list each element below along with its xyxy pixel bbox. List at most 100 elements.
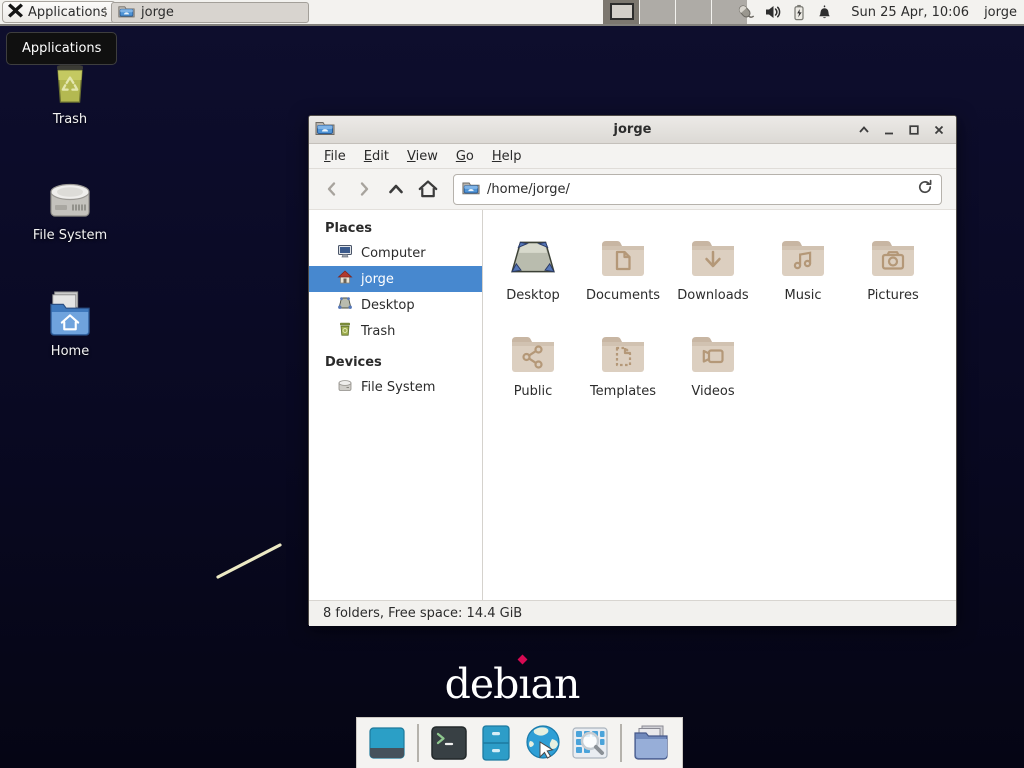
bottom-dock	[356, 717, 683, 768]
sidebar-item-label: Computer	[361, 246, 426, 261]
file-item-label: Templates	[578, 384, 668, 399]
folder-icon	[118, 4, 135, 22]
volume-icon[interactable]	[764, 3, 782, 21]
file-item-label: Pictures	[848, 288, 938, 303]
back-button[interactable]	[319, 175, 345, 203]
file-item-videos[interactable]: Videos	[668, 320, 758, 416]
forward-button[interactable]	[351, 175, 377, 203]
file-system-drive-icon	[22, 172, 118, 222]
app-finder-launcher[interactable]	[570, 722, 610, 764]
documents-folder-icon	[578, 224, 668, 280]
sidebar-item-file-system[interactable]: File System	[309, 374, 482, 400]
file-item-music[interactable]: Music	[758, 224, 848, 320]
applications-menu-button[interactable]: Applications	[2, 1, 116, 23]
home-folder-icon	[22, 288, 118, 338]
taskbar-window-button[interactable]: jorge	[111, 2, 309, 23]
file-icon-view[interactable]: Desktop Documents	[483, 210, 956, 600]
battery-icon[interactable]	[791, 3, 807, 22]
show-desktop-button[interactable]	[367, 722, 407, 764]
clock[interactable]: Sun 25 Apr, 10:06	[848, 5, 972, 20]
desktop-special-icon	[488, 224, 578, 280]
workspace-2[interactable]	[639, 0, 675, 24]
top-panel: Applications jorge	[0, 0, 1024, 26]
path-input[interactable]: /home/jorge/	[487, 182, 910, 197]
desktop-icon-file-system[interactable]: File System	[22, 172, 118, 243]
location-bar[interactable]: /home/jorge/	[453, 174, 942, 205]
system-tray: Sun 25 Apr, 10:06 jorge	[736, 0, 1020, 24]
sidebar-item-jorge[interactable]: jorge	[309, 266, 482, 292]
file-manager-launcher[interactable]	[476, 722, 516, 764]
home-icon	[337, 269, 353, 289]
workspace-3[interactable]	[675, 0, 711, 24]
file-item-label: Downloads	[668, 288, 758, 303]
window-folder-icon	[315, 119, 335, 140]
trash-mini-icon	[337, 321, 353, 341]
menu-go[interactable]: Go	[447, 146, 483, 167]
titlebar[interactable]: jorge	[309, 116, 956, 144]
mouse-tray-icon[interactable]	[736, 3, 755, 22]
menu-file[interactable]: File	[315, 146, 355, 167]
workspace-window-preview	[610, 3, 634, 20]
menu-help[interactable]: Help	[483, 146, 531, 167]
sidebar-item-trash[interactable]: Trash	[309, 318, 482, 344]
debian-logo-text: deb	[445, 660, 519, 708]
file-item-label: Desktop	[488, 288, 578, 303]
applications-menu-label: Applications	[28, 5, 107, 20]
workspace-switcher[interactable]	[603, 0, 747, 24]
file-item-desktop[interactable]: Desktop	[488, 224, 578, 320]
sidebar-item-desktop[interactable]: Desktop	[309, 292, 482, 318]
sidebar: Places Computer	[309, 210, 483, 600]
terminal-launcher[interactable]	[429, 722, 469, 764]
home-button[interactable]	[415, 175, 441, 203]
dock-separator	[417, 724, 419, 762]
notification-bell-icon[interactable]	[816, 3, 833, 21]
desktop-mini-icon	[337, 295, 353, 315]
file-item-downloads[interactable]: Downloads	[668, 224, 758, 320]
drive-mini-icon	[337, 377, 353, 397]
user-menu[interactable]: jorge	[981, 5, 1020, 20]
path-folder-icon	[462, 180, 480, 199]
desktop-icon-label: File System	[22, 228, 118, 243]
debian-logo-i: ı	[518, 660, 530, 708]
file-item-label: Documents	[578, 288, 668, 303]
downloads-folder-icon	[668, 224, 758, 280]
public-folder-icon	[488, 320, 578, 376]
directory-menu-button[interactable]	[632, 722, 672, 764]
file-item-documents[interactable]: Documents	[578, 224, 668, 320]
sidebar-item-computer[interactable]: Computer	[309, 240, 482, 266]
computer-icon	[337, 243, 353, 263]
sidebar-item-label: Desktop	[361, 298, 415, 313]
statusbar: 8 folders, Free space: 14.4 GiB	[309, 600, 956, 626]
taskbar-window-label: jorge	[141, 5, 174, 20]
debian-logo-text: an	[531, 660, 580, 708]
file-item-pictures[interactable]: Pictures	[848, 224, 938, 320]
file-item-public[interactable]: Public	[488, 320, 578, 416]
minimize-button[interactable]	[878, 119, 900, 141]
desktop-icon-label: Trash	[22, 112, 118, 127]
reload-icon[interactable]	[917, 179, 933, 199]
templates-folder-icon	[578, 320, 668, 376]
file-manager-window: jorge File Edit View Go Help	[308, 115, 957, 625]
dock-separator	[620, 724, 622, 762]
menu-view[interactable]: View	[398, 146, 447, 167]
web-browser-launcher[interactable]	[523, 722, 563, 764]
desktop-scribble-line	[214, 540, 284, 582]
file-item-label: Public	[488, 384, 578, 399]
applications-tooltip: Applications	[6, 32, 117, 65]
desktop-icon-label: Home	[22, 344, 118, 359]
sidebar-header-devices: Devices	[309, 351, 482, 374]
file-item-templates[interactable]: Templates	[578, 320, 668, 416]
workspace-1[interactable]	[603, 0, 639, 24]
desktop-icon-trash[interactable]: Trash	[22, 56, 118, 127]
file-item-label: Videos	[668, 384, 758, 399]
desktop-icon-home[interactable]: Home	[22, 288, 118, 359]
up-button[interactable]	[383, 175, 409, 203]
videos-folder-icon	[668, 320, 758, 376]
file-item-label: Music	[758, 288, 848, 303]
menubar: File Edit View Go Help	[309, 144, 956, 169]
close-button[interactable]	[928, 119, 950, 141]
menu-edit[interactable]: Edit	[355, 146, 398, 167]
maximize-button[interactable]	[903, 119, 925, 141]
shade-button[interactable]	[853, 119, 875, 141]
sidebar-item-label: jorge	[361, 272, 394, 287]
